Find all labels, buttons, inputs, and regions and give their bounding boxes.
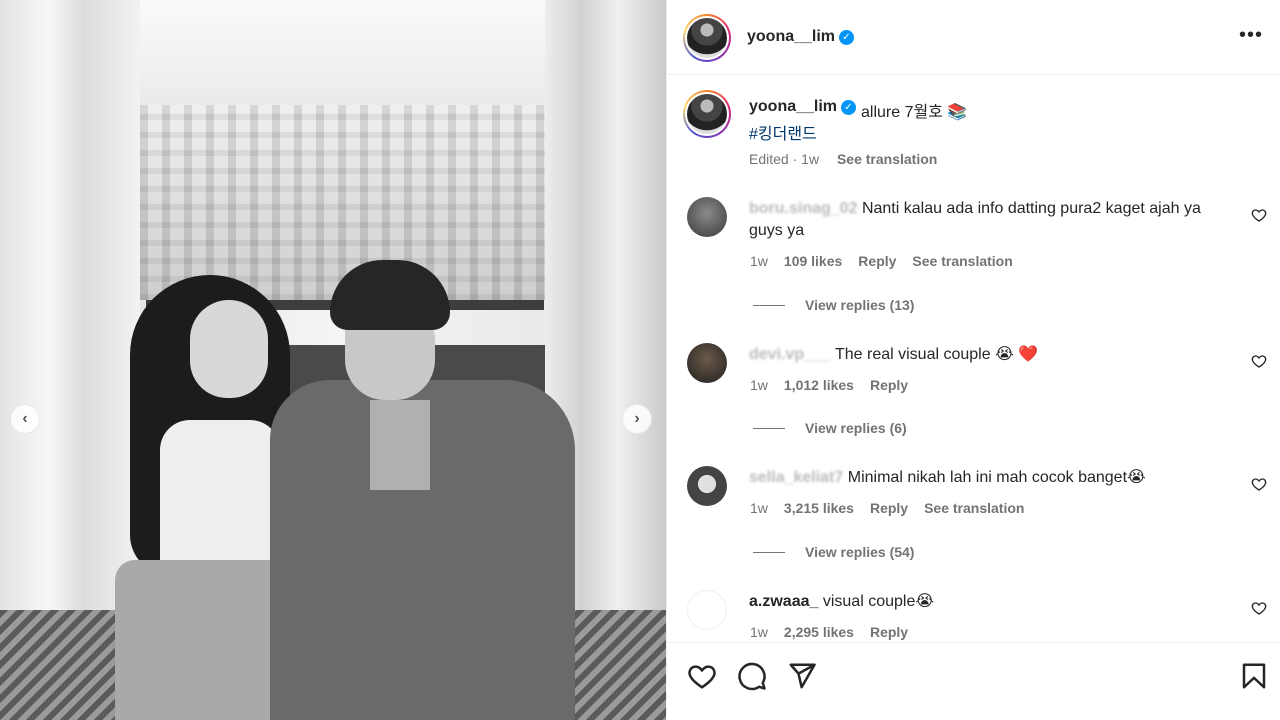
comment-meta: 1w 2,295 likes Reply xyxy=(750,624,908,640)
divider-line xyxy=(753,427,785,429)
comment-age: 1w xyxy=(750,377,768,393)
heart-icon[interactable] xyxy=(1251,600,1267,616)
view-replies-button[interactable]: View replies (13) xyxy=(753,297,914,313)
comment-avatar[interactable] xyxy=(687,590,727,630)
caption-text: allure 7월호 📚 xyxy=(861,104,968,121)
comment-meta: 1w 3,215 likes Reply See translation xyxy=(750,500,1024,516)
see-translation-link[interactable]: See translation xyxy=(912,253,1012,269)
comment-avatar[interactable] xyxy=(687,466,727,506)
comment-username[interactable]: a.zwaaa_ xyxy=(749,593,818,610)
comment-text-block: a.zwaaa_ visual couple😭 xyxy=(749,591,1219,613)
comment-text-block: devi.vp___ The real visual couple 😭 ❤️ xyxy=(749,344,1219,366)
window xyxy=(140,0,545,300)
caption-username[interactable]: yoona__lim xyxy=(749,98,837,116)
comment-age: 1w xyxy=(750,624,768,640)
comment-likes[interactable]: 109 likes xyxy=(784,253,842,269)
comment-meta: 1w 1,012 likes Reply xyxy=(750,377,908,393)
divider-line xyxy=(753,551,785,553)
man-shirt xyxy=(370,400,430,490)
woman-shirt xyxy=(160,420,280,570)
share-icon[interactable] xyxy=(787,661,817,691)
comment-username[interactable]: boru.sinag_02 xyxy=(749,200,857,217)
chevron-right-icon: › xyxy=(634,410,640,427)
see-translation-link[interactable]: See translation xyxy=(924,500,1024,516)
city-view xyxy=(140,105,545,300)
action-bar xyxy=(667,642,1280,720)
author-avatar[interactable] xyxy=(683,14,731,62)
comment-age: 1w xyxy=(750,500,768,516)
comment-icon[interactable] xyxy=(737,661,767,691)
edited-label: Edited xyxy=(749,151,789,167)
post-sidebar: yoona__lim ✓ ••• yoona__lim ✓ allure 7월호… xyxy=(666,0,1280,720)
next-photo-button[interactable]: › xyxy=(622,404,652,434)
heart-icon[interactable] xyxy=(687,661,717,691)
heart-icon[interactable] xyxy=(1251,207,1267,223)
verified-badge-icon: ✓ xyxy=(839,30,854,45)
view-replies-button[interactable]: View replies (54) xyxy=(753,544,914,560)
see-translation-link[interactable]: See translation xyxy=(837,151,937,167)
post-photo[interactable]: ‹ › xyxy=(0,0,666,720)
comment-text: The real visual couple 😭 ❤️ xyxy=(834,346,1039,363)
comment-likes[interactable]: 3,215 likes xyxy=(784,500,854,516)
comment-text: visual couple😭 xyxy=(822,593,935,610)
view-replies-label: View replies (6) xyxy=(805,420,907,436)
reply-button[interactable]: Reply xyxy=(870,377,908,393)
woman-face xyxy=(190,300,268,398)
author-username[interactable]: yoona__lim xyxy=(747,28,835,46)
divider-line xyxy=(753,304,785,306)
prev-photo-button[interactable]: ‹ xyxy=(10,404,40,434)
comment-avatar[interactable] xyxy=(687,197,727,237)
reply-button[interactable]: Reply xyxy=(870,624,908,640)
bookmark-icon[interactable] xyxy=(1239,661,1269,691)
comment-text-block: boru.sinag_02 Nanti kalau ada info datti… xyxy=(749,198,1219,242)
chevron-left-icon: ‹ xyxy=(22,410,28,427)
comment-meta: 1w 109 likes Reply See translation xyxy=(750,253,1013,269)
caption-author-avatar[interactable] xyxy=(683,90,731,138)
heart-icon[interactable] xyxy=(1251,476,1267,492)
reply-button[interactable]: Reply xyxy=(858,253,896,269)
heart-icon[interactable] xyxy=(1251,353,1267,369)
comment-username[interactable]: devi.vp___ xyxy=(749,346,831,363)
post-age: 1w xyxy=(801,151,820,167)
comment-likes[interactable]: 1,012 likes xyxy=(784,377,854,393)
caption-meta: Edited · 1w See translation xyxy=(749,151,938,167)
view-replies-label: View replies (13) xyxy=(805,297,915,313)
comment-text-block: sella_keliat7 Minimal nikah lah ini mah … xyxy=(749,467,1219,489)
more-options-icon[interactable]: ••• xyxy=(1239,24,1263,47)
verified-badge-icon: ✓ xyxy=(841,100,856,115)
comment-text: Minimal nikah lah ini mah cocok banget😭 xyxy=(847,469,1146,486)
comment-likes[interactable]: 2,295 likes xyxy=(784,624,854,640)
comment-age: 1w xyxy=(750,253,768,269)
view-replies-button[interactable]: View replies (6) xyxy=(753,420,907,436)
comment-avatar[interactable] xyxy=(687,343,727,383)
reply-button[interactable]: Reply xyxy=(870,500,908,516)
caption-hashtag[interactable]: #킹더랜드 xyxy=(749,120,817,144)
post-header: yoona__lim ✓ ••• xyxy=(667,0,1280,75)
view-replies-label: View replies (54) xyxy=(805,544,915,560)
comment-username[interactable]: sella_keliat7 xyxy=(749,469,843,486)
